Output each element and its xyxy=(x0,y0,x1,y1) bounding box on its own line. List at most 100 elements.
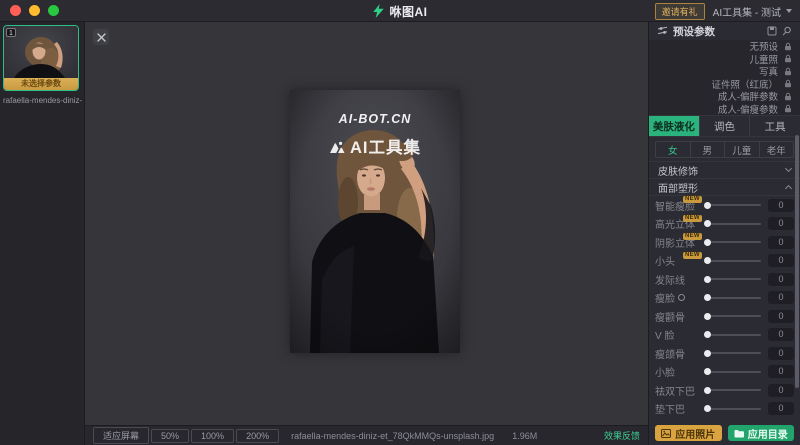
slider-row-small-head: 小头NEW0 xyxy=(649,252,800,271)
slider-track[interactable] xyxy=(705,204,761,206)
preset-item[interactable]: 儿童照 xyxy=(649,53,800,66)
slider-row-smart-slim-face: 智能瘦脸NEW0 xyxy=(649,196,800,215)
slider-handle[interactable] xyxy=(704,405,711,412)
new-badge: NEW xyxy=(683,252,702,259)
statusbar: 适应屏幕 50% 100% 200% rafaella-mendes-diniz… xyxy=(85,425,648,445)
slider-track[interactable] xyxy=(705,352,761,354)
slider-row-small-face: 小脸0 xyxy=(649,363,800,382)
tab-color-grading[interactable]: 调色 xyxy=(700,116,751,136)
slider-track[interactable] xyxy=(705,389,761,391)
slider-row-slim-cheekbone: 瘦颧骨0 xyxy=(649,307,800,326)
watermark-brand-text: AI工具集 xyxy=(350,134,421,158)
slider-row-slim-face: 瘦脸0 xyxy=(649,289,800,308)
gender-tab-male[interactable]: 男 xyxy=(691,142,726,157)
gender-tab-female[interactable]: 女 xyxy=(656,142,691,157)
maximize-window-button[interactable] xyxy=(48,5,59,16)
slider-track[interactable] xyxy=(705,297,761,299)
feedback-link[interactable]: 效果反馈 xyxy=(604,429,640,442)
slider-value[interactable]: 0 xyxy=(768,310,794,323)
slider-label: 瘦颌骨 xyxy=(655,346,705,361)
close-image-button[interactable] xyxy=(93,29,109,45)
photo-thumbnail[interactable]: 1 未选择参数 xyxy=(3,25,79,91)
thumbnail-index-badge: 1 xyxy=(6,28,16,37)
slider-handle[interactable] xyxy=(704,220,711,227)
image-icon xyxy=(661,429,671,438)
slider-track[interactable] xyxy=(705,241,761,243)
slider-handle[interactable] xyxy=(704,313,711,320)
new-badge: NEW xyxy=(683,215,702,222)
invite-button[interactable]: 邀请有礼 xyxy=(655,3,705,20)
watermark-text: AI-BOT.CN xyxy=(290,112,460,126)
slider-row-v-face: V 脸0 xyxy=(649,326,800,345)
slider-handle[interactable] xyxy=(704,294,711,301)
fit-screen-button[interactable]: 适应屏幕 xyxy=(93,427,149,444)
slider-value[interactable]: 0 xyxy=(768,217,794,230)
slider-handle[interactable] xyxy=(704,202,711,209)
tab-tools[interactable]: 工具 xyxy=(750,116,800,136)
editing-photo[interactable]: AI-BOT.CN AI工具集 xyxy=(290,90,460,353)
slider-handle[interactable] xyxy=(704,239,711,246)
save-preset-icon[interactable] xyxy=(767,26,777,36)
slider-track[interactable] xyxy=(705,315,761,317)
slider-handle[interactable] xyxy=(704,331,711,338)
preset-item[interactable]: 成人-偏胖参数 xyxy=(649,90,800,103)
info-icon[interactable] xyxy=(678,294,685,301)
zoom-100-button[interactable]: 100% xyxy=(191,429,234,443)
close-window-button[interactable] xyxy=(10,5,21,16)
slider-handle[interactable] xyxy=(704,350,711,357)
preset-item[interactable]: 成人-偏瘦参数 xyxy=(649,103,800,116)
app-window: 咻图AI 邀请有礼 AI工具集 - 测试 1 xyxy=(0,0,800,445)
slider-row-slim-jawbone: 瘦颌骨 0 xyxy=(649,344,800,363)
apply-folder-button[interactable]: 应用目录 xyxy=(728,425,795,441)
close-icon xyxy=(97,33,106,42)
slider-handle[interactable] xyxy=(704,276,711,283)
slider-value[interactable]: 0 xyxy=(768,273,794,286)
slider-value[interactable]: 0 xyxy=(768,384,794,397)
workspace-label: AI工具集 - 测试 xyxy=(713,4,781,19)
slider-track[interactable] xyxy=(705,371,761,373)
slider-value[interactable]: 0 xyxy=(768,291,794,304)
search-icon[interactable] xyxy=(782,26,792,36)
slider-track[interactable] xyxy=(705,408,761,410)
slider-value[interactable]: 0 xyxy=(768,199,794,212)
panel-actions: 应用照片 应用目录 xyxy=(655,425,794,441)
watermark-brand: AI工具集 xyxy=(290,134,460,158)
slider-value[interactable]: 0 xyxy=(768,254,794,267)
titlebar: 咻图AI 邀请有礼 AI工具集 - 测试 xyxy=(0,0,800,22)
slider-track[interactable] xyxy=(705,223,761,225)
minimize-window-button[interactable] xyxy=(29,5,40,16)
slider-value[interactable]: 0 xyxy=(768,365,794,378)
slider-value[interactable]: 0 xyxy=(768,328,794,341)
app-logo-title: 咻图AI xyxy=(372,0,427,22)
tab-beauty-liquify[interactable]: 美肤液化 xyxy=(649,116,700,136)
preset-item[interactable]: 无预设 xyxy=(649,40,800,53)
preset-title: 预设参数 xyxy=(673,24,715,39)
slider-handle[interactable] xyxy=(704,368,711,375)
slider-value[interactable]: 0 xyxy=(768,347,794,360)
panel-tabs: 美肤液化 调色 工具 xyxy=(649,115,800,137)
new-badge: NEW xyxy=(683,233,702,240)
slider-row-highlight-depth: 高光立体NEW0 xyxy=(649,215,800,234)
gender-tab-elder[interactable]: 老年 xyxy=(760,142,794,157)
preset-list: 无预设 儿童照 写真 证件照（红底） 成人-偏胖参数 成人-偏瘦参数 xyxy=(649,40,800,115)
chevron-down-icon xyxy=(785,165,792,172)
slider-track[interactable] xyxy=(705,278,761,280)
traffic-lights xyxy=(0,5,59,16)
workspace-selector[interactable]: AI工具集 - 测试 xyxy=(713,4,792,19)
panel-scrollbar[interactable] xyxy=(795,135,799,388)
slider-value[interactable]: 0 xyxy=(768,402,794,415)
slider-track[interactable] xyxy=(705,334,761,336)
lock-icon xyxy=(784,104,792,113)
slider-value[interactable]: 0 xyxy=(768,236,794,249)
slider-track[interactable] xyxy=(705,260,761,262)
section-face-shaping[interactable]: 面部塑形 xyxy=(649,178,800,195)
section-skin-retouch[interactable]: 皮肤修饰 xyxy=(649,161,800,178)
slider-handle[interactable] xyxy=(704,257,711,264)
apply-photo-button[interactable]: 应用照片 xyxy=(655,425,722,441)
preset-item[interactable]: 证件照（红底） xyxy=(649,78,800,91)
preset-item[interactable]: 写真 xyxy=(649,65,800,78)
zoom-200-button[interactable]: 200% xyxy=(236,429,279,443)
gender-tab-child[interactable]: 儿童 xyxy=(725,142,760,157)
slider-handle[interactable] xyxy=(704,387,711,394)
zoom-50-button[interactable]: 50% xyxy=(151,429,189,443)
